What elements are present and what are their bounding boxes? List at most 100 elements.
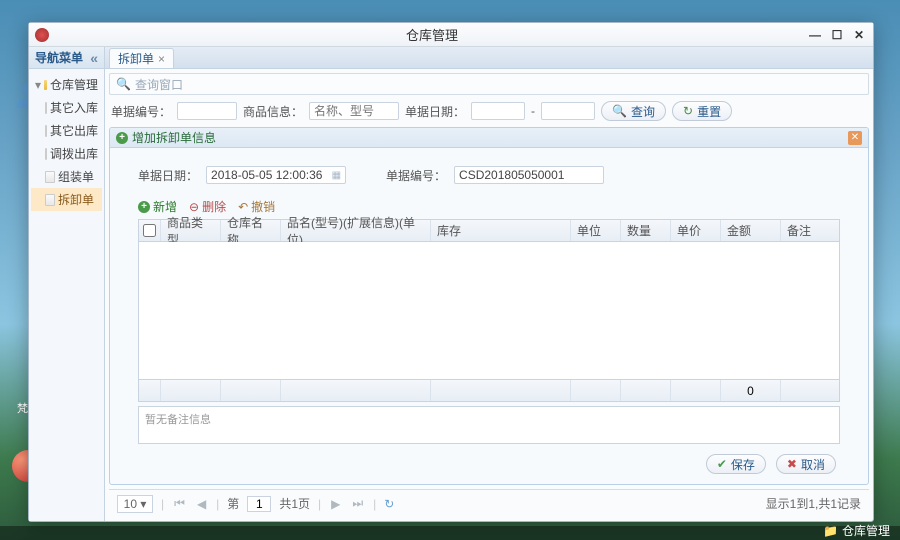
reset-icon: ↻	[683, 104, 693, 118]
tree-root-label: 仓库管理	[50, 76, 98, 93]
close-button[interactable]: ✕	[851, 28, 867, 42]
col-stock[interactable]: 库存	[431, 220, 571, 241]
check-icon: ✔	[717, 457, 727, 471]
page-number-input[interactable]	[247, 496, 271, 512]
folder-icon: 📁	[823, 524, 838, 538]
col-unit[interactable]: 单位	[571, 220, 621, 241]
minus-icon: ⊖	[189, 200, 199, 214]
doc-code-input[interactable]	[454, 166, 604, 184]
nav-tree: ▾ 仓库管理 其它入库 其它出库 调拨出库 组装单 拆卸单	[29, 69, 104, 215]
file-icon	[45, 148, 47, 160]
tabbar: 拆卸单 ×	[105, 47, 873, 69]
panel-close-icon[interactable]: ✕	[848, 131, 862, 145]
window-title: 仓库管理	[57, 25, 807, 44]
delete-row-button[interactable]: ⊖删除	[189, 198, 226, 215]
undo-icon: ↶	[238, 200, 248, 214]
search-window-bar[interactable]: 🔍 查询窗口	[109, 73, 869, 95]
filter-docno-input[interactable]	[177, 102, 237, 120]
taskbar-item[interactable]: 📁仓库管理	[823, 522, 890, 539]
search-icon: 🔍	[116, 77, 131, 91]
col-product-type[interactable]: 商品类型	[161, 220, 221, 241]
first-page-button[interactable]: ⏮	[172, 496, 187, 511]
main-area: 拆卸单 × 🔍 查询窗口 单据编号： 商品信息： 单据日期： -	[105, 47, 873, 521]
grid-footer: 0	[139, 379, 839, 401]
file-icon	[45, 125, 47, 137]
panel-header: + 增加拆卸单信息 ✕	[110, 128, 868, 148]
titlebar: 仓库管理 — ☐ ✕	[29, 23, 873, 47]
taskbar: 📁仓库管理	[0, 526, 900, 540]
app-window: 仓库管理 — ☐ ✕ 导航菜单 « ▾ 仓库管理 其它入库 其它出库 调拨出库 组…	[28, 22, 874, 522]
cancel-icon: ✖	[787, 457, 797, 471]
total-pages-label: 共1页	[279, 495, 310, 512]
page-label: 第	[227, 495, 239, 512]
filter-product-input[interactable]	[309, 102, 399, 120]
grid-toolbar: +新增 ⊖删除 ↶撤销	[138, 198, 840, 215]
maximize-button[interactable]: ☐	[829, 28, 845, 42]
col-price[interactable]: 单价	[671, 220, 721, 241]
items-grid: 商品类型 仓库名称 品名(型号)(扩展信息)(单位) 库存 单位 数量 单价 金…	[138, 219, 840, 402]
doc-code-label: 单据编号：	[386, 167, 446, 184]
filter-bar: 单据编号： 商品信息： 单据日期： - 🔍查询 ↻重置	[109, 99, 869, 123]
calendar-icon: ▦	[332, 170, 341, 181]
grid-header: 商品类型 仓库名称 品名(型号)(扩展信息)(单位) 库存 单位 数量 单价 金…	[139, 220, 839, 242]
pager-info: 显示1到1,共1记录	[766, 495, 861, 512]
next-page-button[interactable]: ▶	[329, 497, 342, 511]
col-checkbox[interactable]	[139, 220, 161, 241]
folder-icon	[44, 80, 47, 90]
col-qty[interactable]: 数量	[621, 220, 671, 241]
tab-close-icon[interactable]: ×	[158, 52, 165, 66]
tree-root[interactable]: ▾ 仓库管理	[31, 73, 102, 96]
search-icon: 🔍	[612, 104, 627, 118]
tab-label: 拆卸单	[118, 50, 154, 67]
filter-date-sep: -	[531, 104, 535, 118]
doc-date-label: 单据日期：	[138, 167, 198, 184]
grid-body	[139, 242, 839, 379]
tree-item-disassemble[interactable]: 拆卸单	[31, 188, 102, 211]
sidebar: 导航菜单 « ▾ 仓库管理 其它入库 其它出库 调拨出库 组装单 拆卸单	[29, 47, 105, 521]
panel-body: 单据日期： 2018-05-05 12:00:36▦ 单据编号： +新增 ⊖删除…	[110, 148, 868, 484]
plus-icon: +	[138, 201, 150, 213]
save-button[interactable]: ✔保存	[706, 454, 766, 474]
tree-item-other-in[interactable]: 其它入库	[31, 96, 102, 119]
panel-title: 增加拆卸单信息	[132, 129, 216, 146]
query-button[interactable]: 🔍查询	[601, 101, 666, 121]
filter-date-label: 单据日期：	[405, 103, 465, 120]
filter-product-label: 商品信息：	[243, 103, 303, 120]
page-size-select[interactable]: 10 ▾	[117, 495, 153, 513]
reset-button[interactable]: ↻重置	[672, 101, 732, 121]
select-all-checkbox[interactable]	[143, 224, 156, 237]
sum-amount: 0	[721, 380, 781, 401]
filter-date-from-input[interactable]	[471, 102, 525, 120]
doc-date-input[interactable]: 2018-05-05 12:00:36▦	[206, 166, 346, 184]
col-warehouse[interactable]: 仓库名称	[221, 220, 281, 241]
form-row: 单据日期： 2018-05-05 12:00:36▦ 单据编号：	[138, 166, 840, 184]
minimize-button[interactable]: —	[807, 28, 823, 42]
content-area: 🔍 查询窗口 单据编号： 商品信息： 单据日期： - 🔍查询 ↻重置	[105, 69, 873, 521]
add-row-button[interactable]: +新增	[138, 198, 177, 215]
col-product-name[interactable]: 品名(型号)(扩展信息)(单位)	[281, 220, 431, 241]
tab-disassemble[interactable]: 拆卸单 ×	[109, 48, 174, 68]
pager: 10 ▾ | ⏮ ◀ | 第 共1页 | ▶ ⏭ | ↻ 显示1到1,共1记录	[109, 489, 869, 517]
search-placeholder: 查询窗口	[135, 76, 183, 93]
app-icon	[35, 28, 49, 42]
tree-item-other-out[interactable]: 其它出库	[31, 119, 102, 142]
sidebar-collapse-icon[interactable]: «	[90, 50, 98, 66]
tree-item-assemble[interactable]: 组装单	[31, 165, 102, 188]
action-row: ✔保存 ✖取消	[138, 444, 840, 474]
filter-date-to-input[interactable]	[541, 102, 595, 120]
refresh-button[interactable]: ↻	[384, 497, 394, 511]
cancel-button[interactable]: ✖取消	[776, 454, 836, 474]
tree-item-transfer-out[interactable]: 调拨出库	[31, 142, 102, 165]
undo-button[interactable]: ↶撤销	[238, 198, 275, 215]
col-remark[interactable]: 备注	[781, 220, 839, 241]
file-icon	[45, 194, 55, 206]
col-amount[interactable]: 金额	[721, 220, 781, 241]
remark-textarea[interactable]: 暂无备注信息	[138, 406, 840, 444]
sidebar-header: 导航菜单 «	[29, 47, 104, 69]
last-page-button[interactable]: ⏭	[350, 496, 365, 511]
file-icon	[45, 102, 47, 114]
expand-icon: ▾	[35, 78, 41, 92]
file-icon	[45, 171, 55, 183]
add-disassemble-panel: + 增加拆卸单信息 ✕ 单据日期： 2018-05-05 12:00:36▦ 单…	[109, 127, 869, 485]
prev-page-button[interactable]: ◀	[195, 497, 208, 511]
